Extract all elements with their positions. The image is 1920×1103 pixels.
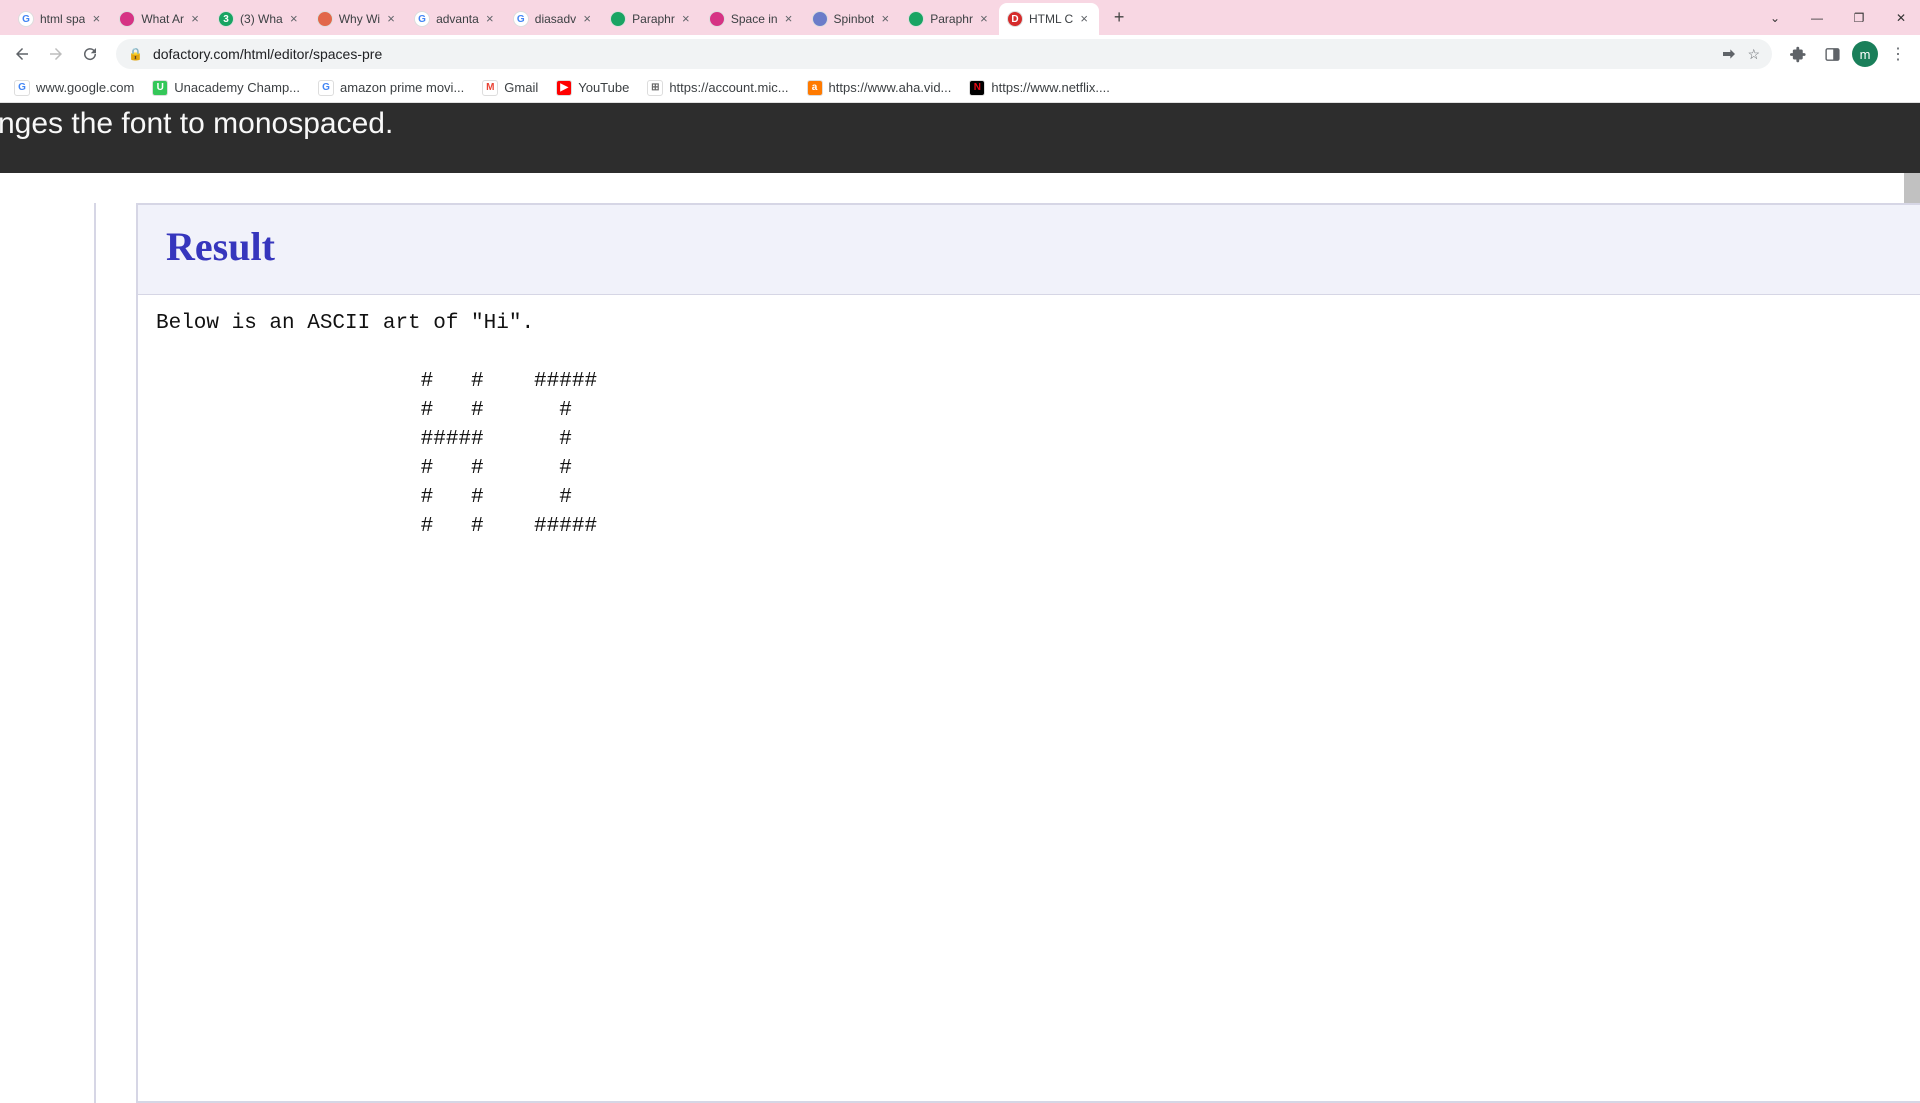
tab-favicon bbox=[317, 11, 333, 27]
extensions-icon[interactable] bbox=[1784, 40, 1812, 68]
browser-toolbar: 🔒 dofactory.com/html/editor/spaces-pre ☆… bbox=[0, 35, 1920, 73]
lock-icon: 🔒 bbox=[128, 47, 143, 61]
bookmark-favicon: G bbox=[14, 80, 30, 96]
tab-4[interactable]: Gadvanta × bbox=[406, 3, 505, 35]
url-text: dofactory.com/html/editor/spaces-pre bbox=[153, 46, 382, 62]
tab-7[interactable]: Space in × bbox=[701, 3, 804, 35]
tab-favicon: 3 bbox=[218, 11, 234, 27]
editor-left-panel bbox=[0, 203, 96, 1103]
bookmark-2[interactable]: Gamazon prime movi... bbox=[318, 80, 464, 96]
result-body: Below is an ASCII art of "Hi". # # #####… bbox=[138, 295, 1920, 555]
page-content: nges the font to monospaced. Result Belo… bbox=[0, 103, 1920, 1080]
profile-avatar[interactable]: m bbox=[1852, 41, 1878, 67]
bookmark-label: YouTube bbox=[578, 80, 629, 95]
bookmark-label: https://www.aha.vid... bbox=[829, 80, 952, 95]
tab-title: Spinbot bbox=[834, 12, 875, 26]
bookmark-0[interactable]: Gwww.google.com bbox=[14, 80, 134, 96]
bookmark-favicon: G bbox=[318, 80, 334, 96]
tab-title: (3) Wha bbox=[240, 12, 283, 26]
bookmark-5[interactable]: ⊞ https://account.mic... bbox=[647, 80, 788, 96]
reload-button[interactable] bbox=[76, 40, 104, 68]
tab-title: HTML C bbox=[1029, 12, 1073, 26]
tab-close-icon[interactable]: × bbox=[679, 12, 693, 26]
bookmark-label: https://www.netflix.... bbox=[991, 80, 1110, 95]
tab-3[interactable]: Why Wi × bbox=[309, 3, 406, 35]
bookmark-4[interactable]: ▶ YouTube bbox=[556, 80, 629, 96]
tab-5[interactable]: Gdiasadv × bbox=[505, 3, 602, 35]
bookmark-3[interactable]: M Gmail bbox=[482, 80, 538, 96]
result-heading: Result bbox=[166, 223, 1892, 270]
tab-favicon bbox=[709, 11, 725, 27]
tab-10[interactable]: D HTML C × bbox=[999, 3, 1099, 35]
side-panel-icon[interactable] bbox=[1818, 40, 1846, 68]
tab-close-icon[interactable]: × bbox=[782, 12, 796, 26]
tab-close-icon[interactable]: × bbox=[580, 12, 594, 26]
tab-close-icon[interactable]: × bbox=[878, 12, 892, 26]
bookmark-1[interactable]: U Unacademy Champ... bbox=[152, 80, 300, 96]
bookmark-favicon: ⊞ bbox=[647, 80, 663, 96]
tab-title: advanta bbox=[436, 12, 479, 26]
bookmark-label: Unacademy Champ... bbox=[174, 80, 300, 95]
tab-0[interactable]: Ghtml spa × bbox=[10, 3, 111, 35]
result-header: Result bbox=[138, 205, 1920, 295]
tab-title: diasadv bbox=[535, 12, 576, 26]
tab-8[interactable]: Spinbot× bbox=[804, 3, 901, 35]
bookmark-favicon: U bbox=[152, 80, 168, 96]
tab-favicon: G bbox=[414, 11, 430, 27]
tab-title: Paraphr bbox=[632, 12, 675, 26]
tab-close-icon[interactable]: × bbox=[89, 12, 103, 26]
tab-2[interactable]: 3 (3) Wha × bbox=[210, 3, 309, 35]
bookmark-star-icon[interactable]: ☆ bbox=[1747, 46, 1760, 63]
tab-title: html spa bbox=[40, 12, 85, 26]
bookmark-favicon: a bbox=[807, 80, 823, 96]
tab-close-icon[interactable]: × bbox=[188, 12, 202, 26]
chrome-menu-icon[interactable]: ⋮ bbox=[1884, 40, 1912, 68]
address-bar[interactable]: 🔒 dofactory.com/html/editor/spaces-pre ☆ bbox=[116, 39, 1772, 69]
tab-close-icon[interactable]: × bbox=[287, 12, 301, 26]
page-banner: nges the font to monospaced. bbox=[0, 103, 1920, 173]
tab-title: Paraphr bbox=[930, 12, 973, 26]
tab-title: Why Wi bbox=[339, 12, 380, 26]
tab-favicon bbox=[812, 11, 828, 27]
bookmark-label: https://account.mic... bbox=[669, 80, 788, 95]
tab-9[interactable]: Paraphr × bbox=[900, 3, 999, 35]
tab-favicon bbox=[119, 11, 135, 27]
bookmark-label: amazon prime movi... bbox=[340, 80, 464, 95]
share-icon[interactable] bbox=[1721, 46, 1737, 62]
tab-favicon: G bbox=[18, 11, 34, 27]
new-tab-button[interactable]: + bbox=[1105, 4, 1133, 32]
tab-favicon bbox=[610, 11, 626, 27]
tab-title: Space in bbox=[731, 12, 778, 26]
banner-text: nges the font to monospaced. bbox=[0, 107, 393, 141]
bookmark-favicon: ▶ bbox=[556, 80, 572, 96]
tab-search-chevron-icon[interactable]: ⌄ bbox=[1762, 11, 1788, 25]
bookmarks-bar: Gwww.google.com U Unacademy Champ... Gamazo… bbox=[0, 73, 1920, 103]
bookmark-label: www.google.com bbox=[36, 80, 134, 95]
tab-6[interactable]: Paraphr × bbox=[602, 3, 701, 35]
result-panel: Result Below is an ASCII art of "Hi". # … bbox=[136, 203, 1920, 1103]
bookmark-label: Gmail bbox=[504, 80, 538, 95]
tab-close-icon[interactable]: × bbox=[977, 12, 991, 26]
bookmark-favicon: N bbox=[969, 80, 985, 96]
tab-strip: Ghtml spa×What Ar×3(3) Wha×Why Wi×Gadvan… bbox=[0, 0, 1920, 35]
tab-favicon: G bbox=[513, 11, 529, 27]
tab-favicon: D bbox=[1007, 11, 1023, 27]
bookmark-7[interactable]: Nhttps://www.netflix.... bbox=[969, 80, 1110, 96]
tab-close-icon[interactable]: × bbox=[483, 12, 497, 26]
back-button[interactable] bbox=[8, 40, 36, 68]
window-close-button[interactable]: ✕ bbox=[1888, 11, 1914, 25]
tab-favicon bbox=[908, 11, 924, 27]
forward-button[interactable] bbox=[42, 40, 70, 68]
window-maximize-button[interactable]: ❐ bbox=[1846, 11, 1872, 25]
bookmark-favicon: M bbox=[482, 80, 498, 96]
window-minimize-button[interactable]: ― bbox=[1804, 11, 1830, 25]
tab-1[interactable]: What Ar × bbox=[111, 3, 210, 35]
tab-close-icon[interactable]: × bbox=[1077, 12, 1091, 26]
tab-close-icon[interactable]: × bbox=[384, 12, 398, 26]
tab-title: What Ar bbox=[141, 12, 184, 26]
bookmark-6[interactable]: a https://www.aha.vid... bbox=[807, 80, 952, 96]
result-preformatted: Below is an ASCII art of "Hi". # # #####… bbox=[156, 309, 1902, 541]
